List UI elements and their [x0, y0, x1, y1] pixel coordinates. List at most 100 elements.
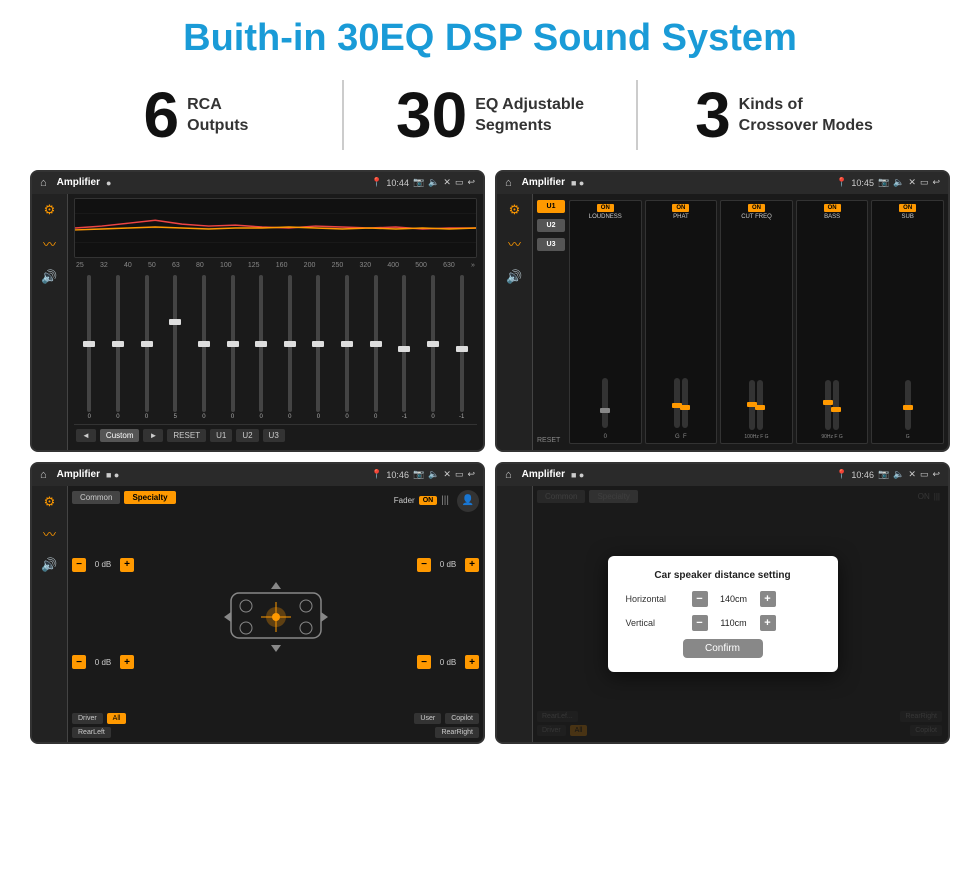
- dlg-screen: ⌂ Amplifier ■ ● 📍 10:46 📷 🔈 ✕ ▭ ↩ Commo: [495, 462, 950, 744]
- camera-icon: 📷: [413, 177, 424, 188]
- ch-cutfreq-values: 100Hz F G: [744, 434, 768, 440]
- eq-u1-btn[interactable]: U1: [210, 429, 232, 442]
- sidebar-wave-icon[interactable]: 〰: [43, 234, 56, 253]
- stat-rca-number: 6: [144, 83, 180, 147]
- dialog-vertical-minus[interactable]: −: [692, 615, 708, 631]
- plus-btn-1[interactable]: +: [120, 558, 134, 572]
- db-val-1: 0 dB: [89, 560, 117, 569]
- cs-top-row: Common Specialty Fader ON ||| 👤: [72, 490, 479, 512]
- dialog-vertical-row: Vertical − 110cm +: [626, 615, 820, 631]
- dlg-status-icons: 📍 10:46 📷 🔈 ✕ ▭ ↩: [836, 469, 940, 480]
- dialog-horizontal-label: Horizontal: [626, 594, 686, 604]
- ch-sub-sliders: [905, 224, 911, 434]
- fader-row: Fader ON |||: [394, 495, 449, 506]
- amp-sidebar-icon1[interactable]: ⚙: [509, 202, 521, 218]
- dialog-horizontal-minus[interactable]: −: [692, 591, 708, 607]
- cs-sidebar-icon3[interactable]: 🔊: [41, 557, 57, 573]
- ch-sub-values: G: [906, 434, 910, 440]
- eq-u3-btn[interactable]: U3: [263, 429, 285, 442]
- stat-rca: 6 RCAOutputs: [60, 83, 332, 147]
- eq-slider-13: 0: [420, 275, 447, 420]
- tab-common[interactable]: Common: [72, 491, 120, 504]
- eq-graph: [74, 198, 477, 258]
- eq-content: ⚙ 〰 🔊: [32, 194, 483, 450]
- amp-sidebar-icon3[interactable]: 🔊: [506, 269, 522, 285]
- dialog-vertical-plus[interactable]: +: [760, 615, 776, 631]
- zone-user[interactable]: User: [414, 713, 441, 724]
- cs-sidebar-icon1[interactable]: ⚙: [44, 494, 56, 510]
- cs-screen: ⌂ Amplifier ■ ● 📍 10:46 📷 🔈 ✕ ▭ ↩ ⚙ 〰 🔊: [30, 462, 485, 744]
- cs-time: 10:46: [386, 470, 409, 480]
- sidebar-speaker-icon[interactable]: 🔊: [41, 269, 57, 285]
- eq-prev-btn[interactable]: ◄: [76, 429, 96, 442]
- plus-btn-2[interactable]: +: [120, 655, 134, 669]
- eq-sliders: 0 0 0 5 0: [74, 271, 477, 424]
- dialog-title: Car speaker distance setting: [626, 570, 820, 581]
- eq-u2-btn[interactable]: U2: [236, 429, 258, 442]
- ch-bass-name: BASS: [824, 214, 840, 220]
- eq-main: 2532405063 80100125160200 25032040050063…: [68, 194, 483, 450]
- eq-screen: ⌂ Amplifier ● 📍 10:44 📷 🔈 ✕ ▭ ↩ ⚙ 〰 🔊: [30, 170, 485, 452]
- tab-specialty[interactable]: Specialty: [124, 491, 175, 504]
- preset-u3[interactable]: U3: [537, 238, 565, 251]
- amp-vol-icon: 🔈: [893, 177, 904, 188]
- zone-copilot[interactable]: Copilot: [445, 713, 479, 724]
- plus-btn-3[interactable]: +: [465, 558, 479, 572]
- amp-sidebar-icon2[interactable]: 〰: [508, 234, 521, 253]
- amp-app-name: Amplifier: [522, 177, 565, 188]
- ch-bass-toggle[interactable]: ON: [824, 204, 841, 212]
- zone-rearleft[interactable]: RearLeft: [72, 727, 111, 738]
- cs-main: Common Specialty Fader ON ||| 👤: [68, 486, 483, 742]
- minus-btn-3[interactable]: −: [417, 558, 431, 572]
- fader-sliders: |||: [441, 495, 449, 506]
- ch-loudness-toggle[interactable]: ON: [597, 204, 614, 212]
- preset-u2[interactable]: U2: [537, 219, 565, 232]
- eq-next-btn[interactable]: ►: [143, 429, 163, 442]
- cs-app-name: Amplifier: [57, 469, 100, 480]
- eq-slider-14: -1: [448, 275, 475, 420]
- eq-slider-7: 0: [248, 275, 275, 420]
- ch-cutfreq-name: CUT FREQ: [741, 214, 772, 220]
- stat-divider-1: [342, 80, 344, 150]
- ch-cutfreq: ON CUT FREQ 100Hz F G: [720, 200, 793, 444]
- zone-rearright[interactable]: RearRight: [435, 727, 479, 738]
- minus-btn-1[interactable]: −: [72, 558, 86, 572]
- dialog-overlay: Car speaker distance setting Horizontal …: [497, 486, 948, 742]
- eq-custom-btn[interactable]: Custom: [100, 429, 140, 442]
- sidebar-eq-icon[interactable]: ⚙: [44, 202, 56, 218]
- confirm-button[interactable]: Confirm: [683, 639, 763, 658]
- dlg-mode-dots: ■ ●: [571, 470, 584, 480]
- eq-slider-2: 0: [105, 275, 132, 420]
- zone-driver[interactable]: Driver: [72, 713, 103, 724]
- ch-loudness: ON LOUDNESS 0: [569, 200, 642, 444]
- dialog-horizontal-plus[interactable]: +: [760, 591, 776, 607]
- plus-btn-4[interactable]: +: [465, 655, 479, 669]
- fader-toggle[interactable]: ON: [419, 496, 438, 505]
- dlg-time: 10:46: [851, 470, 874, 480]
- minus-btn-4[interactable]: −: [417, 655, 431, 669]
- minus-btn-2[interactable]: −: [72, 655, 86, 669]
- ch-sub-toggle[interactable]: ON: [899, 204, 916, 212]
- amp-presets: U1 U2 U3 RESET: [537, 200, 565, 444]
- eq-icon-x: ✕: [443, 177, 451, 188]
- eq-bottom-bar: ◄ Custom ► RESET U1 U2 U3: [74, 424, 477, 446]
- zone-spacer2: [115, 727, 432, 738]
- cs-left-controls: − 0 dB + − 0 dB +: [72, 518, 134, 709]
- amp-reset-btn[interactable]: RESET: [537, 437, 565, 444]
- cs-tabs: Common Specialty: [72, 491, 176, 504]
- ch-cutfreq-toggle[interactable]: ON: [748, 204, 765, 212]
- cs-sidebar-icon2[interactable]: 〰: [43, 524, 56, 543]
- amp-mode-dots: ■ ●: [571, 178, 584, 188]
- preset-u1[interactable]: U1: [537, 200, 565, 213]
- stat-eq: 30 EQ AdjustableSegments: [354, 83, 626, 147]
- ch-phat-toggle[interactable]: ON: [672, 204, 689, 212]
- eq-slider-9: 0: [305, 275, 332, 420]
- stats-row: 6 RCAOutputs 30 EQ AdjustableSegments 3 …: [0, 70, 980, 164]
- eq-app-name: Amplifier: [57, 177, 100, 188]
- amp-camera-icon: 📷: [878, 177, 889, 188]
- cs-loc-icon: 📍: [371, 469, 382, 480]
- zone-all[interactable]: All: [107, 713, 127, 724]
- eq-reset-btn[interactable]: RESET: [167, 429, 206, 442]
- eq-slider-12: -1: [391, 275, 418, 420]
- cs-settings-icon[interactable]: 👤: [457, 490, 479, 512]
